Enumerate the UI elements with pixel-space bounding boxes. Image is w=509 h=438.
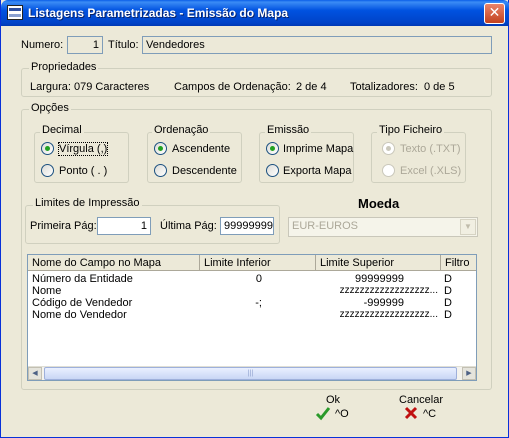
decimal-ponto-radio[interactable]	[41, 164, 54, 177]
tipo-xls-radio[interactable]	[382, 164, 395, 177]
column-header-limite-inferior[interactable]: Limite Inferior	[200, 255, 316, 271]
decimal-ponto-label[interactable]: Ponto ( . )	[59, 165, 107, 177]
table-cell[interactable]: D	[444, 273, 474, 285]
emissao-imprime-label[interactable]: Imprime Mapa	[283, 143, 353, 155]
moeda-select[interactable]: EUR-EUROS ▼	[288, 217, 478, 237]
emissao-exporta-label[interactable]: Exporta Mapa	[283, 165, 351, 177]
moeda-title: Moeda	[358, 196, 400, 211]
tipo-txt-radio[interactable]	[382, 142, 395, 155]
table-cell[interactable]: Código de Vendedor	[32, 297, 198, 309]
scroll-left-icon[interactable]: ◀	[28, 367, 42, 380]
table-cell[interactable]: Nome	[32, 285, 198, 297]
propriedades-title: Propriedades	[29, 61, 99, 73]
table-cell[interactable]: -;	[202, 297, 262, 309]
scroll-right-icon[interactable]: ▶	[462, 367, 476, 380]
ultima-pag-label: Última Pág:	[160, 220, 217, 232]
decimal-virgula-label[interactable]: Vírgula (,)	[57, 142, 109, 156]
campos-ordenacao-label: Campos de Ordenação:	[174, 81, 291, 93]
tipo-txt-label[interactable]: Texto (.TXT)	[400, 143, 461, 155]
column-header-filtro[interactable]: Filtro	[441, 255, 476, 271]
ordenacao-ascendente-label[interactable]: Ascendente	[172, 143, 230, 155]
cross-icon	[404, 406, 418, 420]
ok-shortcut[interactable]: ^O	[335, 408, 349, 420]
moeda-value: EUR-EUROS	[292, 220, 359, 232]
table-cell[interactable]	[202, 309, 262, 321]
limites-title: Limites de Impressão	[33, 197, 142, 209]
totalizadores-value: 0 de 5	[424, 81, 455, 93]
window-title: Listagens Parametrizadas - Emissão do Ma…	[28, 6, 289, 20]
titulo-field[interactable]: Vendedores	[142, 36, 492, 54]
ordenacao-title: Ordenação	[152, 124, 211, 136]
titulo-label: Título:	[108, 39, 139, 51]
campos-ordenacao-value: 2 de 4	[296, 81, 327, 93]
app-icon	[7, 5, 23, 20]
emissao-title: Emissão	[265, 124, 312, 136]
ordenacao-descendente-label[interactable]: Descendente	[172, 165, 237, 177]
table-cell[interactable]: zzzzzzzzzzzzzzzzzz...	[320, 285, 438, 297]
emissao-exporta-radio[interactable]	[266, 164, 279, 177]
horizontal-scrollbar[interactable]: ◀ ||| ▶	[28, 366, 476, 380]
dialog-window: Listagens Parametrizadas - Emissão do Ma…	[0, 0, 509, 438]
largura-text: Largura: 079 Caracteres	[30, 81, 150, 93]
table-cell[interactable]: D	[444, 285, 474, 297]
table-cell[interactable]: D	[444, 297, 474, 309]
cancel-shortcut[interactable]: ^C	[423, 408, 436, 420]
close-button[interactable]: ✕	[484, 3, 505, 24]
ordenacao-descendente-radio[interactable]	[154, 164, 167, 177]
ok-button[interactable]	[315, 405, 331, 424]
decimal-virgula-radio[interactable]	[41, 142, 54, 155]
table-cell[interactable]: 0	[202, 273, 262, 285]
table-cell[interactable]	[202, 285, 262, 297]
table-cell[interactable]: Nome do Vendedor	[32, 309, 198, 321]
primeira-pag-input[interactable]: 1	[97, 217, 151, 235]
scroll-thumb[interactable]: |||	[44, 367, 457, 380]
cancel-button[interactable]	[403, 405, 419, 424]
table-cell[interactable]: 99999999	[318, 273, 404, 285]
table-cell[interactable]: D	[444, 309, 474, 321]
ultima-pag-input[interactable]: 99999999	[220, 217, 274, 235]
primeira-pag-label: Primeira Pág:	[30, 220, 97, 232]
opcoes-title: Opções	[29, 102, 71, 114]
column-header-nome[interactable]: Nome do Campo no Mapa	[28, 255, 200, 271]
emissao-imprime-radio[interactable]	[266, 142, 279, 155]
numero-label: Numero:	[21, 39, 64, 51]
tipo-xls-label[interactable]: Excel (.XLS)	[400, 165, 461, 177]
table-cell[interactable]: zzzzzzzzzzzzzzzzzz...	[320, 309, 438, 321]
checkmark-icon	[315, 407, 331, 421]
tipo-ficheiro-title: Tipo Ficheiro	[377, 124, 445, 136]
fields-grid[interactable]: Nome do Campo no Mapa Limite Inferior Li…	[27, 254, 477, 381]
column-header-limite-superior[interactable]: Limite Superior	[316, 255, 441, 271]
table-cell[interactable]: -999999	[318, 297, 404, 309]
chevron-down-icon[interactable]: ▼	[460, 219, 476, 235]
decimal-title: Decimal	[40, 124, 84, 136]
numero-field[interactable]: 1	[67, 36, 103, 54]
title-bar[interactable]: Listagens Parametrizadas - Emissão do Ma…	[1, 0, 509, 26]
ordenacao-ascendente-radio[interactable]	[154, 142, 167, 155]
table-cell[interactable]: Número da Entidade	[32, 273, 198, 285]
totalizadores-label: Totalizadores:	[350, 81, 418, 93]
